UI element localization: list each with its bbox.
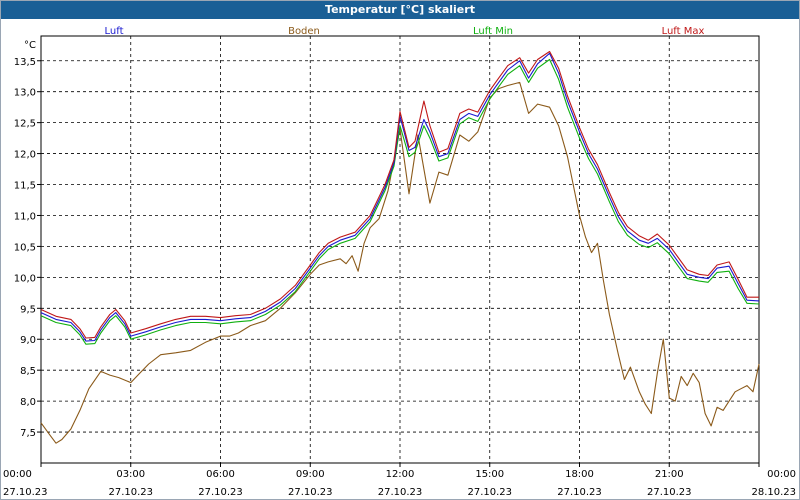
x-tick-label-time: 21:00 [655,469,684,480]
y-tick-label: 9,5 [20,304,36,315]
x-tick-label-time: 00:00 [3,469,32,480]
legend-entry: Luft Min [473,26,513,37]
chart-title: Temperatur [°C] skaliert [1,1,799,19]
y-tick-label: 12,5 [14,119,36,130]
y-axis-label: °C [24,40,36,51]
chart-window: Temperatur [°C] skaliert Luft Boden Luft M… [0,0,800,500]
y-tick-label: 12,0 [14,150,36,161]
y-tick-label: 10,0 [14,273,36,284]
y-tick-label: 11,0 [14,211,36,222]
x-tick-label-date: 27.10.23 [198,487,243,498]
x-tick-label-date: 28.10.23 [751,487,796,498]
y-tick-label: 8,5 [20,366,36,377]
x-tick-label-date: 27.10.23 [288,487,333,498]
y-tick-label: 8,0 [20,397,36,408]
legend-entry: Luft Max [662,26,705,37]
temperature-chart: Luft Boden Luft Min Luft Max 7,5 8,0 8,5 9,0 9,… [3,26,796,498]
y-tick-label: 13,5 [14,57,36,68]
legend-entry: Boden [288,26,320,37]
x-tick-label-date: 27.10.23 [557,487,602,498]
series-line-boden [40,81,760,444]
x-tick-label-date: 27.10.23 [108,487,153,498]
y-tick-label: 11,5 [14,181,36,192]
legend-entry: Luft [105,26,124,37]
x-tick-label-time: 15:00 [475,469,504,480]
x-tick-label-date: 27.10.23 [647,487,692,498]
x-tick-label-date: 27.10.23 [467,487,512,498]
x-tick-label-time: 12:00 [386,469,415,480]
y-tick-label: 7,5 [20,428,36,439]
x-tick-label-time: 03:00 [116,469,145,480]
y-tick-label: 10,5 [14,242,36,253]
x-tick-label-time: 00:00 [767,469,796,480]
x-tick-label-time: 18:00 [565,469,594,480]
x-tick-label-time: 06:00 [206,469,235,480]
x-tick-label-time: 09:00 [296,469,325,480]
x-tick-label-date: 27.10.23 [378,487,423,498]
y-tick-label: 9,0 [20,335,36,346]
y-tick-label: 13,0 [14,88,36,99]
x-tick-label-date: 27.10.23 [3,487,48,498]
